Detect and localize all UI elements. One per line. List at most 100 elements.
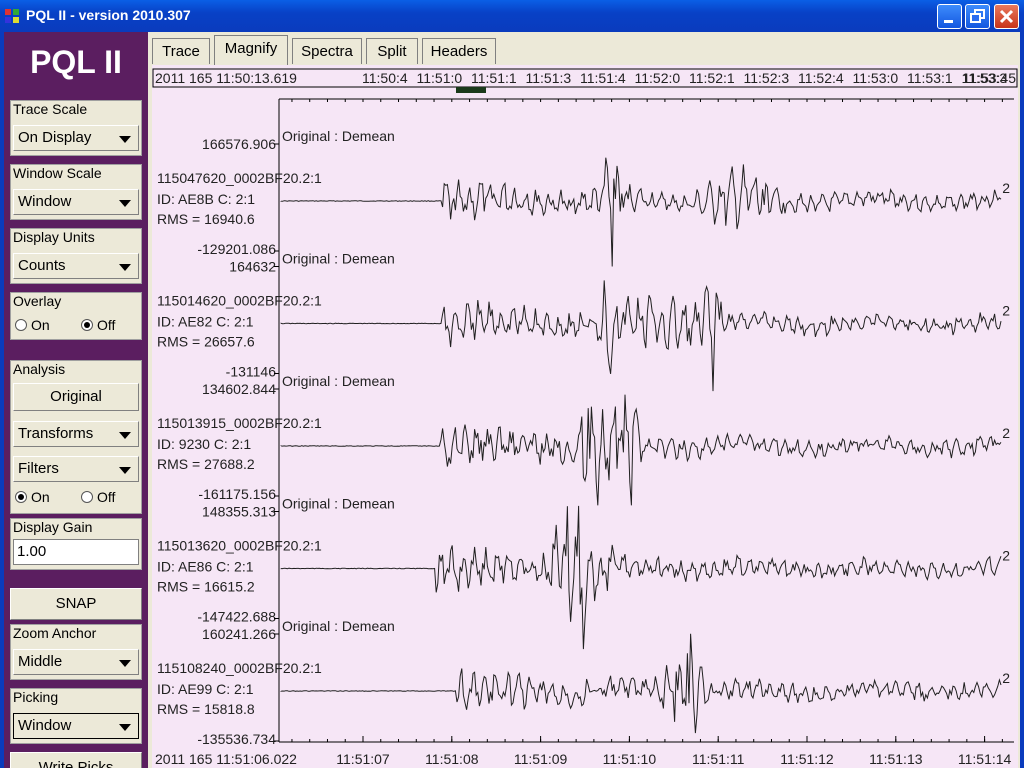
chevron-down-icon (119, 467, 131, 474)
trace-rms-label: RMS = 15818.8 (157, 701, 255, 717)
radio-off-icon (15, 319, 27, 331)
transforms-dropdown[interactable]: Transforms (13, 421, 139, 447)
overlay-on-label: On (31, 317, 50, 333)
close-button[interactable] (994, 4, 1019, 29)
trace-info-label: ID: AE82 C: 2:1 (157, 314, 254, 330)
trace-max-label: 166576.906 (202, 136, 276, 152)
overview-tick-label: 11:51:4 (580, 70, 626, 86)
snap-button[interactable]: SNAP (10, 588, 142, 620)
trace-min-label: -161175.156 (198, 486, 276, 502)
trace-max-label: 160241.266 (202, 626, 276, 642)
close-icon (999, 9, 1014, 24)
trace-min-label: -129201.086 (197, 241, 276, 257)
filters-on-radio[interactable]: On (15, 489, 50, 505)
trace-header-label: Original : Demean (282, 251, 395, 267)
x-tick-label: 11:51:08 (425, 751, 479, 767)
chevron-down-icon (119, 136, 131, 143)
picking-label: Picking (13, 689, 59, 705)
display-gain-input[interactable]: 1.00 (13, 539, 139, 565)
x-tick-label: 11:51:09 (514, 751, 568, 767)
trace-id-label: 115108240_0002BF20.2:1 (157, 660, 322, 676)
title-bar: PQL II - version 2010.307 (0, 0, 1024, 32)
zoom-anchor-value: Middle (18, 653, 63, 670)
zoom-window-marker (456, 87, 486, 93)
write-picks-group: Write Picks (10, 752, 142, 768)
trace-scale-dropdown[interactable]: On Display (13, 125, 139, 151)
zoom-anchor-dropdown[interactable]: Middle (13, 649, 139, 675)
trace-scale-value: On Display (18, 129, 92, 146)
trace-channel-label: 2 (1002, 670, 1010, 686)
overview-tick-label: 11:52:4 (798, 70, 844, 86)
trace-max-label: 148355.313 (202, 504, 276, 520)
trace-info-label: ID: 9230 C: 2:1 (157, 436, 251, 452)
trace-rms-label: RMS = 16940.6 (157, 211, 255, 227)
display-units-group: Display Units Counts (10, 228, 142, 284)
filters-off-label: Off (97, 489, 116, 505)
app-logo: PQL II (30, 44, 122, 80)
trace-max-label: 164632 (229, 259, 276, 275)
trace-channel-label: 2 (1002, 425, 1010, 441)
radio-on-icon (81, 319, 93, 331)
seismogram-plot[interactable]: 2011 165 11:50:13.619 11:50:4 11:51:0 11:51… (152, 65, 1018, 768)
overview-tick-label: 11:51:0 (417, 70, 463, 86)
tab-spectra[interactable]: Spectra (292, 38, 362, 64)
picking-dropdown[interactable]: Window (13, 713, 139, 739)
window-scale-value: Window (18, 193, 72, 210)
overlay-label: Overlay (13, 293, 62, 309)
trace-min-label: -135536.734 (197, 731, 276, 747)
trace-header-label: Original : Demean (282, 128, 395, 144)
trace-scale-group: Trace Scale On Display (10, 100, 142, 156)
overview-tick-label: 11:51:1 (471, 70, 517, 86)
filters-dropdown[interactable]: Filters (13, 456, 139, 482)
analysis-label: Analysis (13, 361, 66, 377)
chevron-down-icon (119, 660, 131, 667)
trace-rms-label: RMS = 26657.6 (157, 334, 255, 350)
trace-header-label: Original : Demean (282, 373, 395, 389)
radio-off-icon (81, 491, 93, 503)
trace-info-label: ID: AE86 C: 2:1 (157, 559, 254, 575)
overlay-off-radio[interactable]: Off (81, 317, 115, 333)
filters-on-label: On (31, 489, 50, 505)
transforms-label: Transforms (18, 425, 94, 442)
trace-info-label: ID: AE8B C: 2:1 (157, 191, 255, 207)
trace-id-label: 115047620_0002BF20.2:1 (157, 170, 322, 186)
trace-channel-label: 2 (1002, 303, 1010, 319)
window-scale-group: Window Scale Window (10, 164, 142, 220)
tab-headers[interactable]: Headers (422, 38, 496, 64)
main-panel: Trace Magnify Spectra Split Headers 2011… (148, 32, 1020, 768)
tab-trace[interactable]: Trace (152, 38, 210, 64)
overview-tick-label: 11:53:45 (963, 70, 1017, 86)
tab-split[interactable]: Split (366, 38, 418, 64)
chevron-down-icon (119, 200, 131, 207)
x-tick-label: 11:51:12 (780, 751, 834, 767)
overview-tick-label: 11:53:0 (853, 70, 899, 86)
trace-header-label: Original : Demean (282, 496, 395, 512)
maximize-button[interactable] (965, 4, 990, 29)
overview-tick-label: 11:53:1 (907, 70, 953, 86)
display-units-value: Counts (18, 257, 66, 274)
filters-off-radio[interactable]: Off (81, 489, 115, 505)
trace-id-label: 115014620_0002BF20.2:1 (157, 293, 322, 309)
x-tick-label: 11:51:11 (692, 751, 745, 767)
analysis-group: Analysis Original Transforms Filters On … (10, 360, 142, 514)
write-picks-button[interactable]: Write Picks (10, 752, 142, 768)
minimize-button[interactable] (937, 4, 962, 29)
radio-on-icon (15, 491, 27, 503)
zoom-anchor-group: Zoom Anchor Middle (10, 624, 142, 680)
trace-id-label: 115013620_0002BF20.2:1 (157, 538, 322, 554)
zoom-anchor-label: Zoom Anchor (13, 625, 97, 641)
trace-min-label: -147422.688 (197, 609, 276, 625)
picking-group: Picking Window (10, 688, 142, 744)
trace-channel-label: 2 (1002, 548, 1010, 564)
chevron-down-icon (119, 264, 131, 271)
picking-value: Window (18, 717, 72, 734)
x-tick-label: 11:51:14 (958, 751, 1012, 767)
original-button[interactable]: Original (13, 383, 139, 411)
trace-scale-label: Trace Scale (13, 101, 88, 117)
display-units-dropdown[interactable]: Counts (13, 253, 139, 279)
overlay-on-radio[interactable]: On (15, 317, 50, 333)
tab-magnify[interactable]: Magnify (214, 35, 288, 65)
window-scale-dropdown[interactable]: Window (13, 189, 139, 215)
display-gain-label: Display Gain (13, 519, 93, 535)
app-icon (5, 9, 19, 23)
